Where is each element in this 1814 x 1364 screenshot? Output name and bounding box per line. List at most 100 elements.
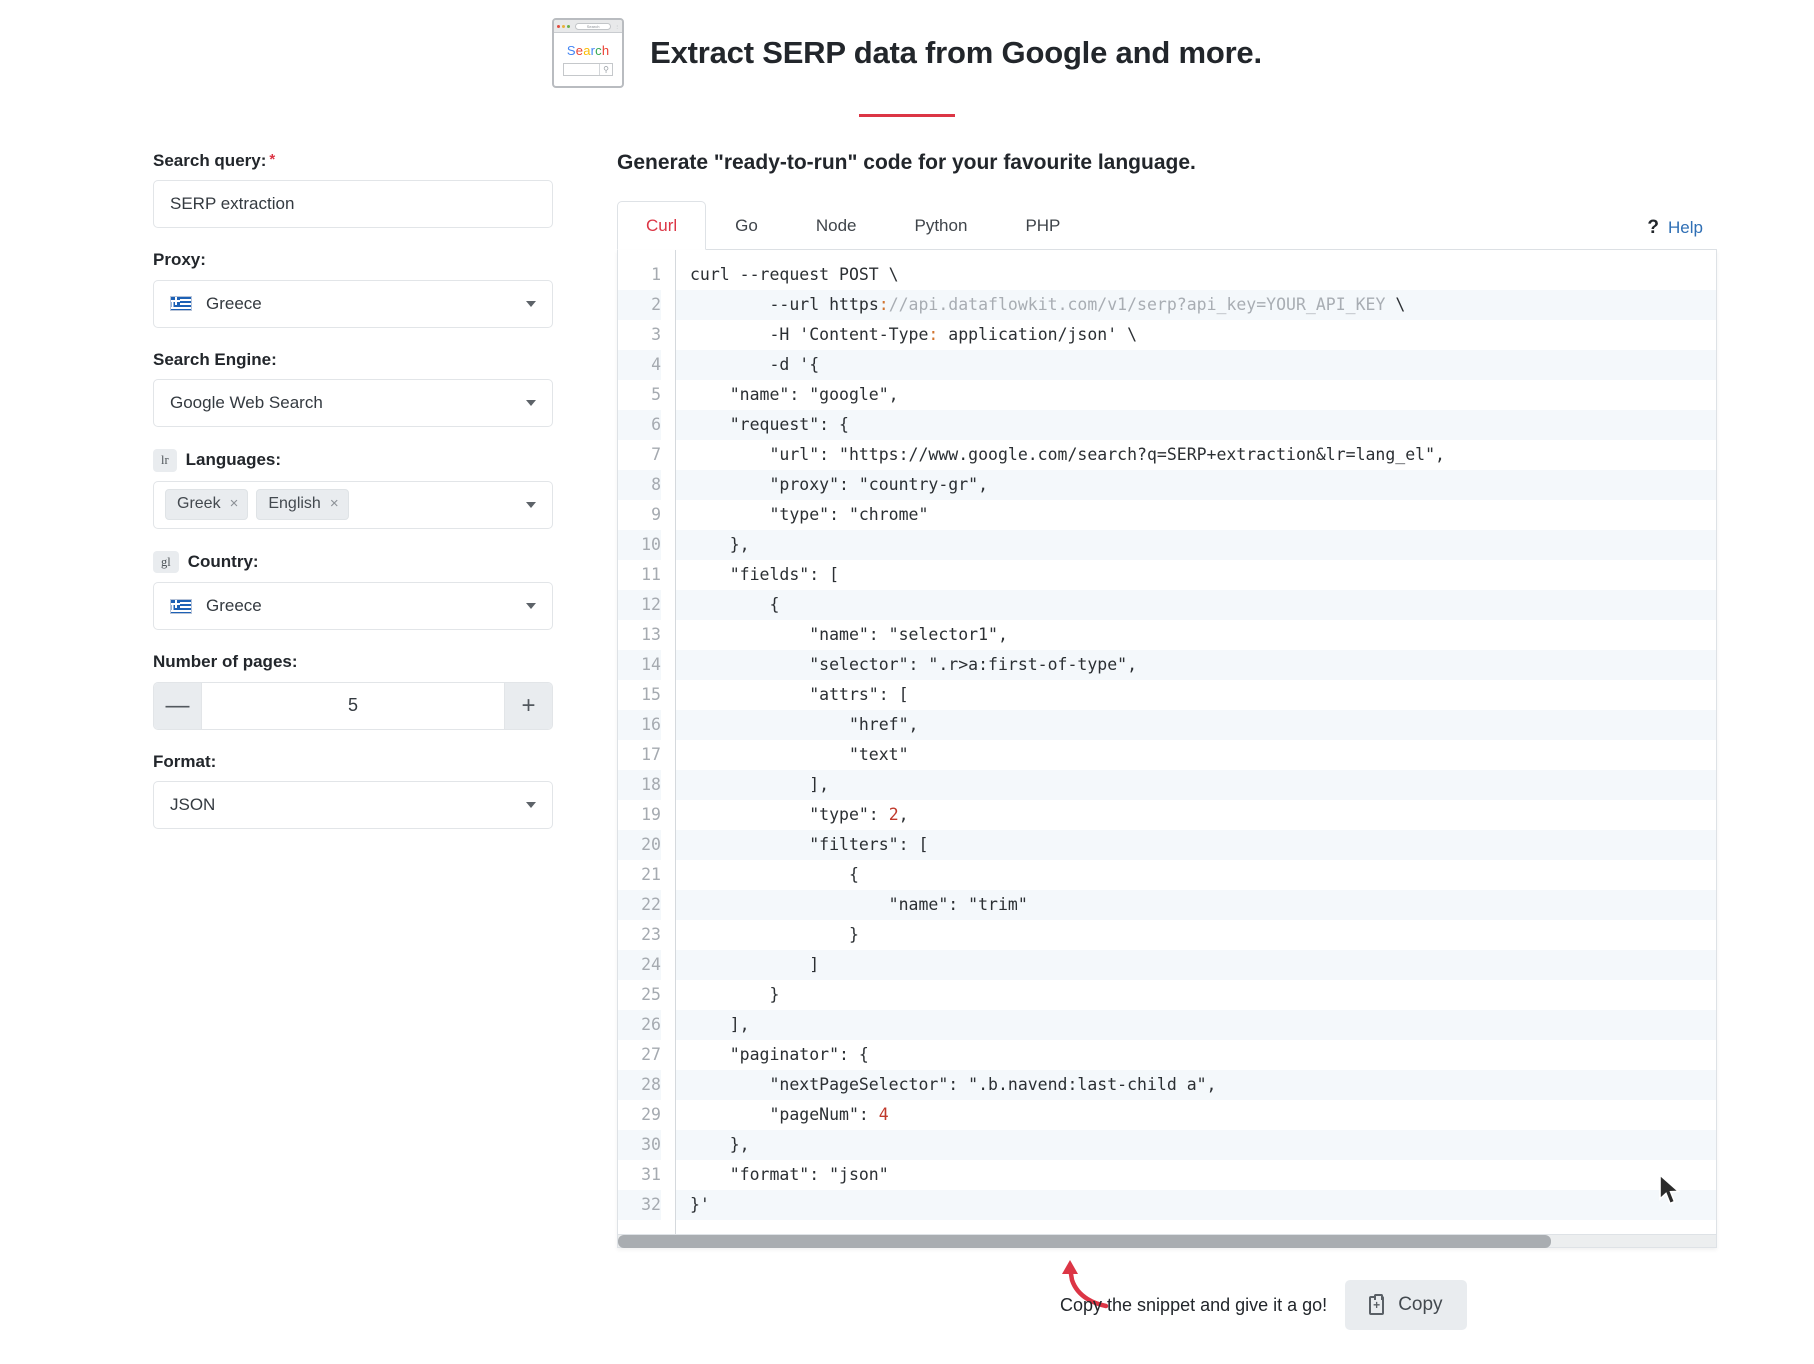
field-format: Format: JSON <box>153 752 553 829</box>
code-line: "url": "https://www.google.com/search?q=… <box>690 445 1445 464</box>
chevron-down-icon <box>526 400 536 407</box>
browser-menu-dots: ⋮ <box>615 23 620 29</box>
code-scrollbar-thumb[interactable] <box>618 1235 1552 1248</box>
search-wordmark: Search <box>566 43 610 58</box>
pages-increment-button[interactable]: + <box>504 682 552 729</box>
code-line: } <box>690 925 859 944</box>
help-link[interactable]: ? Help <box>1647 217 1703 239</box>
code-line-number: 24 <box>618 950 661 980</box>
code-line: "selector": ".r>a:first-of-type", <box>676 650 1716 680</box>
browser-search-icon: Search ⋮ Search ⚲ <box>552 18 625 88</box>
code-horizontal-scrollbar[interactable] <box>618 1234 1716 1248</box>
country-value: Greece <box>206 596 262 616</box>
code-line-number: 7 <box>651 445 661 464</box>
code-line: "nextPageSelector": ".b.navend:last-chil… <box>676 1070 1716 1100</box>
country-label-text: Country: <box>187 551 259 571</box>
code-line-number: 9 <box>651 505 661 524</box>
code-line-number: 13 <box>641 625 661 644</box>
pages-value[interactable]: 5 <box>202 683 504 729</box>
code-line: -d '{ <box>676 350 1716 380</box>
code-line: "name": "google", <box>690 385 899 404</box>
code-line: "format": "json" <box>690 1165 889 1184</box>
search-query-input[interactable]: SERP extraction <box>153 180 553 229</box>
tab-python[interactable]: Python <box>886 201 997 250</box>
page-title: Extract SERP data from Google and more. <box>650 35 1262 70</box>
copy-button[interactable]: + Copy <box>1345 1280 1467 1330</box>
code-line-number: 2 <box>618 290 661 320</box>
code-line-number: 15 <box>641 685 661 704</box>
remove-language-english-icon[interactable]: × <box>330 495 339 513</box>
code-line-number: 29 <box>641 1105 661 1124</box>
code-snippet-text[interactable]: curl --request POST \ --url https://api.… <box>676 250 1716 1234</box>
languages-label-text: Languages: <box>185 450 282 470</box>
code-line-number: 18 <box>618 770 661 800</box>
code-line: "type": "chrome" <box>690 505 929 524</box>
search-engine-label: Search Engine: <box>153 350 553 370</box>
pages-decrement-button[interactable]: — <box>154 682 202 729</box>
code-line-number: 28 <box>618 1070 661 1100</box>
languages-multiselect[interactable]: Greek × English × <box>153 480 553 529</box>
remove-language-greek-icon[interactable]: × <box>230 495 239 513</box>
proxy-label: Proxy: <box>153 250 553 270</box>
tab-go[interactable]: Go <box>706 201 787 250</box>
code-line-number: 1 <box>651 265 661 284</box>
code-line: curl --request POST \ <box>690 265 899 284</box>
code-snippet-container: 1 2 3 4 5 6 7 8 9 10 11 12 13 14 15 16 17 18 19 20 21 22 23 24 2… <box>617 250 1717 1248</box>
tab-node[interactable]: Node <box>787 201 886 250</box>
code-line-number: 32 <box>618 1190 661 1220</box>
question-mark-icon: ? <box>1647 217 1660 238</box>
window-minimize-dot <box>562 24 566 28</box>
search-query-value: SERP extraction <box>170 194 295 214</box>
code-line-number: 26 <box>618 1010 661 1040</box>
code-line: "type": 2, <box>690 805 909 824</box>
code-line-number: 21 <box>641 865 661 884</box>
code-line: "fields": [ <box>690 565 840 584</box>
code-line: }' <box>676 1190 1716 1220</box>
required-asterisk: * <box>269 151 276 168</box>
code-line-number: 4 <box>618 350 661 380</box>
tab-curl[interactable]: Curl <box>617 201 707 250</box>
code-line: "text" <box>690 745 909 764</box>
code-panel-heading: Generate "ready-to-run" code for your fa… <box>617 151 1196 174</box>
code-line-number: 6 <box>618 410 661 440</box>
proxy-value: Greece <box>206 293 262 313</box>
language-tag-english-label: English <box>268 495 321 513</box>
code-line: { <box>676 590 1716 620</box>
greece-flag-icon <box>170 296 192 312</box>
proxy-select[interactable]: Greece <box>153 279 553 328</box>
code-line-number: 16 <box>618 710 661 740</box>
search-engine-value: Google Web Search <box>170 393 323 413</box>
format-label-text: Format: <box>153 751 217 771</box>
copy-snippet-footer: Copy the snippet and give it a go! + Cop… <box>1060 1280 1467 1330</box>
code-line-number: 3 <box>651 325 661 344</box>
language-tabs: Curl Go Node Python PHP ? Help <box>617 201 1717 250</box>
tab-php[interactable]: PHP <box>996 201 1089 250</box>
code-line: "href", <box>676 710 1716 740</box>
country-select[interactable]: Greece <box>153 582 553 631</box>
mini-search-icon: ⚲ <box>599 64 612 75</box>
language-tag-english[interactable]: English × <box>256 489 349 520</box>
code-line-number: 27 <box>641 1045 661 1064</box>
pages-label: Number of pages: <box>153 652 553 672</box>
code-line: -H 'Content-Type: application/json' \ <box>690 325 1138 344</box>
format-select[interactable]: JSON <box>153 780 553 829</box>
code-line: } <box>690 985 780 1004</box>
greece-flag-icon <box>170 598 192 614</box>
browser-viewport: Search ⚲ <box>554 33 622 86</box>
chevron-down-icon <box>526 801 536 808</box>
language-tag-greek[interactable]: Greek × <box>165 489 249 520</box>
code-line-number: 8 <box>618 470 661 500</box>
code-line: "attrs": [ <box>690 685 909 704</box>
pages-label-text: Number of pages: <box>153 652 298 672</box>
page-header: Search ⋮ Search ⚲ Extract SERP data from… <box>0 0 1814 88</box>
mini-search-box: ⚲ <box>563 63 614 76</box>
field-search-query: Search query: * SERP extraction <box>153 151 553 229</box>
code-line-number: 11 <box>641 565 661 584</box>
clipboard-plus-icon: + <box>1369 1293 1385 1315</box>
field-languages: lr Languages: Greek × English × <box>153 449 553 529</box>
language-tag-greek-label: Greek <box>177 495 221 513</box>
code-line-numbers: 1 2 3 4 5 6 7 8 9 10 11 12 13 14 15 16 17 18 19 20 21 22 23 24 2… <box>618 250 676 1234</box>
search-engine-select[interactable]: Google Web Search <box>153 379 553 428</box>
code-line: "request": { <box>676 410 1716 440</box>
chevron-down-icon <box>526 501 536 508</box>
